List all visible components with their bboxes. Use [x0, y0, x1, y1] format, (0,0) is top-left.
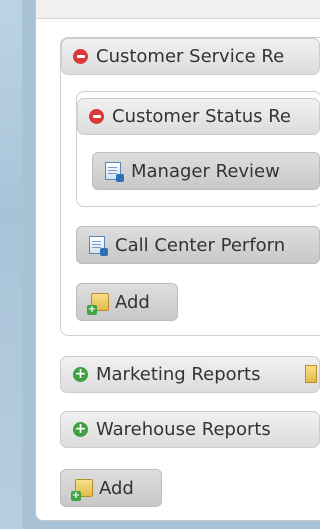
- collapse-icon[interactable]: [89, 109, 104, 124]
- collapse-icon[interactable]: [73, 49, 88, 64]
- add-section-label: Add: [99, 477, 134, 499]
- report-document-icon: [89, 236, 108, 256]
- add-folder-icon: [87, 293, 109, 315]
- call-center-report[interactable]: Call Center Perforn: [76, 226, 320, 264]
- marketing-reports-label: Marketing Reports: [96, 364, 261, 385]
- call-center-label: Call Center Perforn: [115, 234, 286, 256]
- manager-review-report[interactable]: Manager Review: [92, 152, 320, 190]
- marketing-reports-header[interactable]: + Marketing Reports: [60, 356, 320, 393]
- add-folder-icon: [71, 479, 93, 501]
- manager-review-label: Manager Review: [131, 160, 280, 182]
- warehouse-reports-label: Warehouse Reports: [96, 419, 271, 440]
- add-report-button[interactable]: Add: [76, 283, 178, 321]
- expand-icon[interactable]: +: [73, 421, 88, 437]
- report-document-icon: [105, 162, 124, 182]
- add-report-label: Add: [115, 291, 150, 313]
- customer-status-header[interactable]: Customer Status Re: [77, 98, 320, 135]
- panel-top-strip: [36, 0, 320, 19]
- warehouse-reports-header[interactable]: + Warehouse Reports: [60, 411, 320, 448]
- add-section-button[interactable]: Add: [60, 469, 162, 507]
- desktop-background: [0, 0, 22, 529]
- add-folder-icon[interactable]: [305, 365, 317, 383]
- expand-icon[interactable]: +: [73, 366, 88, 382]
- customer-status-label: Customer Status Re: [112, 106, 292, 127]
- customer-service-label: Customer Service Re: [96, 46, 285, 67]
- customer-service-header[interactable]: Customer Service Re: [61, 38, 320, 75]
